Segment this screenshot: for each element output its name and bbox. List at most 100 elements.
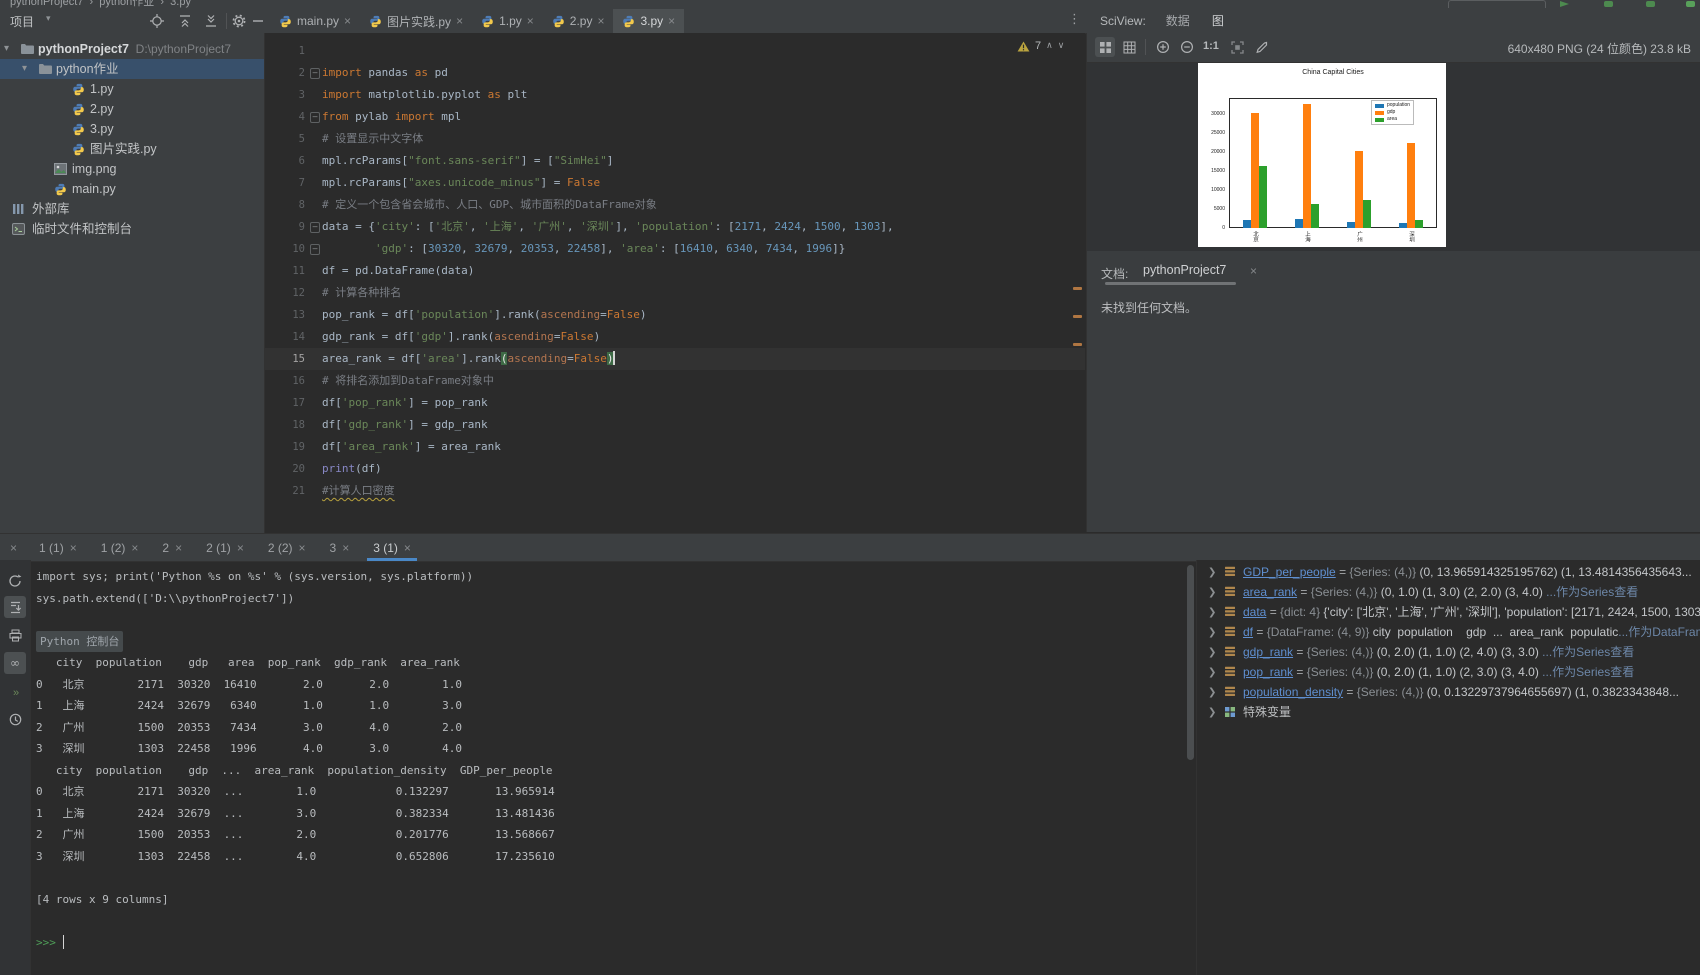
close-icon[interactable]: × [175,542,182,554]
close-icon[interactable]: × [342,542,349,554]
code-editor[interactable]: 7 ∧ ∨ 1 2– import pandas as pd 3 import matp… [265,33,1085,532]
zoom-actual-label[interactable]: 1:1 [1203,40,1219,52]
variable-row-data[interactable]: ❯ data = {dict: 4} {'city': ['北京', '上海', … [1197,602,1700,622]
debug-button-icon[interactable] [1604,1,1613,7]
close-icon[interactable]: × [237,542,244,554]
variable-name[interactable]: area_rank [1243,585,1297,599]
close-icon[interactable]: × [597,15,604,27]
console-output[interactable]: import sys; print('Python %s on %s' % (s… [30,560,1186,975]
console-tab-2[interactable]: 2 × [150,535,194,561]
color-picker-icon[interactable] [1251,37,1271,57]
close-icon[interactable]: × [344,15,351,27]
view-as-link[interactable]: ...作为Series查看 [1546,585,1638,599]
grid-toggle-icon[interactable] [1119,37,1139,57]
tree-item-临时文件和控制台[interactable]: 临时文件和控制台 [0,219,264,239]
chevron-collapsed-icon[interactable]: ❯ [1208,563,1216,582]
chevron-expanded-icon[interactable]: ▾ [22,59,27,79]
console-history-icon[interactable]: ∞ [4,652,26,674]
rerun-icon[interactable] [4,570,26,592]
close-icon[interactable]: × [404,542,411,554]
console-tab-2 (1)[interactable]: 2 (1) × [194,535,256,561]
actual-size-icon[interactable] [1227,37,1247,57]
variable-name[interactable]: df [1243,625,1253,639]
tree-item-1.py[interactable]: 1.py [0,79,264,99]
console-input-line[interactable]: >>> [36,932,1186,953]
special-variables-row[interactable]: ❯ 特殊变量 [1197,702,1700,722]
fold-marker-icon[interactable]: – [310,112,320,123]
editor-tab-options-icon[interactable]: ⋮ [1068,12,1081,27]
close-icon[interactable]: × [1250,264,1257,278]
scroll-to-end-icon[interactable] [4,596,26,618]
editor-tab-图片实践.py[interactable]: 图片实践.py × [360,9,472,33]
run-config-icon[interactable] [1448,0,1546,8]
variable-row-population_density[interactable]: ❯ population_density = {Series: (4,)} (0,… [1197,682,1700,702]
close-icon[interactable]: × [131,542,138,554]
chevron-collapsed-icon[interactable]: ❯ [1208,683,1216,702]
sciview-tab-图[interactable]: 图 [1207,9,1228,36]
settings-gear-icon[interactable] [232,14,246,28]
chevron-collapsed-icon[interactable]: ❯ [1208,703,1216,722]
variable-row-df[interactable]: ❯ df = {DataFrame: (4, 9)} city populatio… [1197,622,1700,642]
variable-name[interactable]: gdp_rank [1243,645,1293,659]
print-icon[interactable] [4,624,26,646]
tree-item-图片实践.py[interactable]: 图片实践.py [0,139,264,159]
profile-button-icon[interactable] [1686,1,1695,7]
run-button-icon[interactable] [1560,1,1569,7]
editor-tab-3.py[interactable]: 3.py × [613,9,685,33]
collapse-all-icon[interactable] [178,14,192,28]
tree-item-python作业[interactable]: ▾ python作业 [0,59,264,79]
editor-tab-1.py[interactable]: 1.py × [472,9,543,33]
coverage-button-icon[interactable] [1646,1,1655,7]
variable-name[interactable]: data [1243,605,1266,619]
project-tool-title[interactable]: 项目 [10,13,34,30]
tree-item-pythonProject7[interactable]: ▾ pythonProject7 D:\pythonProject7 [0,39,264,59]
locate-file-icon[interactable] [150,14,164,28]
chevron-collapsed-icon[interactable]: ❯ [1208,603,1216,622]
console-tab-2 (2)[interactable]: 2 (2) × [256,535,318,561]
chevron-collapsed-icon[interactable]: ❯ [1208,663,1216,682]
zoom-in-icon[interactable] [1153,37,1173,57]
console-tab-1 (1)[interactable]: 1 (1) × [27,535,89,561]
fold-marker-icon[interactable]: – [310,68,320,79]
tree-item-img.png[interactable]: img.png [0,159,264,179]
zoom-out-icon[interactable] [1177,37,1197,57]
tree-item-3.py[interactable]: 3.py [0,119,264,139]
chevron-collapsed-icon[interactable]: ❯ [1208,623,1216,642]
close-icon[interactable]: × [10,541,17,555]
variable-row-area_rank[interactable]: ❯ area_rank = {Series: (4,)} (0, 1.0) (1,… [1197,582,1700,602]
view-as-link[interactable]: ...作为DataFrame查看 [1618,625,1700,639]
editor-tab-2.py[interactable]: 2.py × [543,9,614,33]
variable-row-gdp_rank[interactable]: ❯ gdp_rank = {Series: (4,)} (0, 2.0) (1, … [1197,642,1700,662]
variable-row-GDP_per_people[interactable]: ❯ GDP_per_people = {Series: (4,)} (0, 13.… [1197,562,1700,582]
fold-marker-icon[interactable]: – [310,244,320,255]
console-scrollbar[interactable] [1187,565,1194,760]
chevron-collapsed-icon[interactable]: ❯ [1208,643,1216,662]
execute-icon[interactable]: » [4,682,26,704]
console-tab-3 (1)[interactable]: 3 (1) × [361,535,423,561]
tree-item-main.py[interactable]: main.py [0,179,264,199]
tree-item-2.py[interactable]: 2.py [0,99,264,119]
chevron-collapsed-icon[interactable]: ❯ [1208,583,1216,602]
chevron-expanded-icon[interactable]: ▾ [4,39,9,59]
history-clock-icon[interactable] [4,708,26,730]
expand-all-icon[interactable] [204,14,218,28]
console-caret[interactable] [62,934,64,949]
close-icon[interactable]: × [668,15,675,27]
view-as-link[interactable]: ...作为Series查看 [1542,665,1634,679]
close-icon[interactable]: × [527,15,534,27]
hide-panel-icon[interactable] [252,14,264,28]
sciview-tab-数据[interactable]: 数据 [1164,9,1192,33]
console-tab-3[interactable]: 3 × [318,535,362,561]
documentation-tab[interactable]: pythonProject7 [1104,263,1237,285]
variable-name[interactable]: pop_rank [1243,665,1293,679]
editor-tab-main.py[interactable]: main.py × [270,9,360,33]
variable-name[interactable]: population_density [1243,685,1343,699]
view-as-link[interactable]: ...作为Series查看 [1542,645,1634,659]
close-icon[interactable]: × [70,542,77,554]
fold-marker-icon[interactable]: – [310,222,320,233]
variable-name[interactable]: GDP_per_people [1243,565,1336,579]
chevron-down-icon[interactable]: ▾ [46,14,51,24]
tree-item-外部库[interactable]: 外部库 [0,199,264,219]
console-tab-1 (2)[interactable]: 1 (2) × [89,535,151,561]
close-icon[interactable]: × [456,15,463,27]
